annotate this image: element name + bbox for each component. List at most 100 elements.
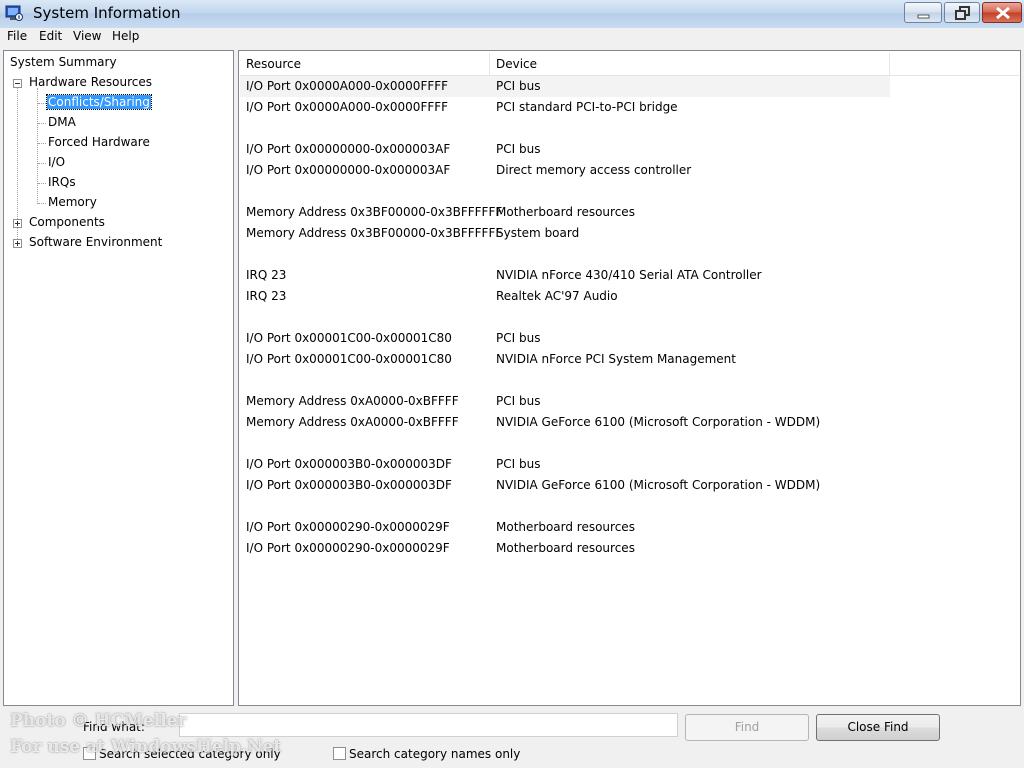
blank-row [240, 433, 890, 454]
table-row[interactable]: IRQ 23 NVIDIA nForce 430/410 Serial ATA C… [240, 265, 890, 286]
system-info-icon[interactable] [4, 3, 24, 23]
list-header: Resource Device [240, 53, 1019, 76]
resource-cell: I/O Port 0x0000A000-0x0000FFFF [246, 100, 449, 114]
tree-connector [37, 88, 38, 204]
title-bar[interactable]: System Information [0, 0, 1024, 29]
tree-item-io[interactable]: I/O [48, 155, 65, 169]
resource-cell: I/O Port 0x00000290-0x0000029F [246, 520, 450, 534]
resource-cell: IRQ 23 [246, 289, 287, 303]
table-row[interactable]: Memory Address 0xA0000-0xBFFFF NVIDIA GeF… [240, 412, 890, 433]
tree-connector [38, 163, 46, 164]
blank-row [240, 244, 890, 265]
resource-cell: I/O Port 0x00000000-0x000003AF [246, 163, 451, 177]
table-row[interactable]: I/O Port 0x00000290-0x0000029F Motherboar… [240, 517, 890, 538]
tree-item-components[interactable]: Components [29, 215, 105, 229]
tree-item-hardware-resources[interactable]: Hardware Resources [29, 75, 152, 89]
window-title: System Information [33, 4, 181, 22]
device-cell: PCI bus [496, 331, 541, 345]
resource-cell: I/O Port 0x00001C00-0x00001C80 [246, 331, 452, 345]
table-row[interactable]: I/O Port 0x00001C00-0x00001C80 NVIDIA nFo… [240, 349, 890, 370]
close-icon [996, 6, 1010, 20]
menu-view[interactable]: View [73, 29, 101, 43]
tree-item-system-summary[interactable]: System Summary [10, 55, 117, 69]
tree-item-software-environment[interactable]: Software Environment [29, 235, 162, 249]
table-row[interactable]: I/O Port 0x00001C00-0x00001C80 PCI bus [240, 328, 890, 349]
resource-cell: Memory Address 0xA0000-0xBFFFF [246, 415, 459, 429]
device-cell: PCI bus [496, 79, 541, 93]
expand-software-icon[interactable] [13, 239, 22, 248]
resource-cell: I/O Port 0x000003B0-0x000003DF [246, 457, 452, 471]
resource-cell: Memory Address 0xA0000-0xBFFFF [246, 394, 459, 408]
menu-bar: File Edit View Help [0, 28, 1024, 46]
find-bar: Find what: Find Close Find Search select… [0, 708, 1024, 768]
search-names-label: Search category names only [349, 747, 521, 761]
tree-connector [38, 203, 46, 204]
minimize-icon [917, 14, 930, 19]
column-header-device[interactable]: Device [490, 53, 890, 75]
resource-cell: I/O Port 0x00001C00-0x00001C80 [246, 352, 452, 366]
blank-row [240, 118, 890, 139]
column-header-resource[interactable]: Resource [240, 53, 490, 75]
find-label: Find what: [83, 720, 145, 734]
device-cell: Realtek AC'97 Audio [496, 289, 618, 303]
table-row[interactable]: IRQ 23 Realtek AC'97 Audio [240, 286, 890, 307]
table-row[interactable]: I/O Port 0x0000A000-0x0000FFFF PCI bus [240, 76, 890, 97]
table-row[interactable]: I/O Port 0x00000000-0x000003AF Direct mem… [240, 160, 890, 181]
table-row[interactable]: I/O Port 0x000003B0-0x000003DF NVIDIA GeF… [240, 475, 890, 496]
tree-item-irqs[interactable]: IRQs [48, 175, 76, 189]
blank-row [240, 496, 890, 517]
search-selected-checkbox[interactable] [83, 747, 96, 760]
device-cell: NVIDIA nForce 430/410 Serial ATA Control… [496, 268, 762, 282]
menu-help[interactable]: Help [112, 29, 139, 43]
device-cell: NVIDIA GeForce 6100 (Microsoft Corporati… [496, 478, 821, 492]
device-cell: Direct memory access controller [496, 163, 692, 177]
table-row[interactable]: Memory Address 0x3BF00000-0x3BFFFFFF Syst… [240, 223, 890, 244]
collapse-hardware-icon[interactable] [13, 79, 22, 88]
device-cell: Motherboard resources [496, 205, 635, 219]
blank-row [240, 181, 890, 202]
device-cell: PCI bus [496, 457, 541, 471]
restore-icon [955, 6, 970, 20]
minimize-button[interactable] [904, 2, 942, 23]
menu-edit[interactable]: Edit [39, 29, 62, 43]
resource-cell: I/O Port 0x00000000-0x000003AF [246, 142, 451, 156]
table-row[interactable]: I/O Port 0x00000290-0x0000029F Motherboar… [240, 538, 890, 559]
category-tree[interactable]: System Summary Hardware Resources Confli… [3, 50, 234, 706]
menu-file[interactable]: File [7, 29, 27, 43]
resource-cell: I/O Port 0x00000290-0x0000029F [246, 541, 450, 555]
resource-cell: Memory Address 0x3BF00000-0x3BFFFFFF [246, 226, 503, 240]
device-cell: Motherboard resources [496, 520, 635, 534]
resource-cell: I/O Port 0x0000A000-0x0000FFFF [246, 79, 449, 93]
tree-item-dma[interactable]: DMA [48, 115, 76, 129]
blank-row [240, 370, 890, 391]
search-names-checkbox[interactable] [333, 747, 346, 760]
table-row[interactable]: I/O Port 0x000003B0-0x000003DF PCI bus [240, 454, 890, 475]
tree-item-memory[interactable]: Memory [48, 195, 97, 209]
device-cell: NVIDIA GeForce 6100 (Microsoft Corporati… [496, 415, 821, 429]
resource-cell: I/O Port 0x000003B0-0x000003DF [246, 478, 452, 492]
table-row[interactable]: I/O Port 0x00000000-0x000003AF PCI bus [240, 139, 890, 160]
table-row[interactable]: I/O Port 0x0000A000-0x0000FFFF PCI standa… [240, 97, 890, 118]
search-selected-label: Search selected category only [99, 747, 281, 761]
tree-connector [38, 143, 46, 144]
resource-cell: IRQ 23 [246, 268, 287, 282]
device-cell: PCI bus [496, 394, 541, 408]
find-input[interactable] [179, 713, 678, 737]
restore-button[interactable] [944, 2, 980, 23]
close-button[interactable] [982, 2, 1022, 23]
device-cell: PCI standard PCI-to-PCI bridge [496, 100, 678, 114]
tree-connector [38, 123, 46, 124]
close-find-button[interactable]: Close Find [816, 714, 940, 741]
device-cell: System board [496, 226, 580, 240]
tree-item-forced-hardware[interactable]: Forced Hardware [48, 135, 150, 149]
device-cell: PCI bus [496, 142, 541, 156]
table-row[interactable]: Memory Address 0xA0000-0xBFFFF PCI bus [240, 391, 890, 412]
find-button[interactable]: Find [685, 714, 809, 741]
table-row[interactable]: Memory Address 0x3BF00000-0x3BFFFFFF Moth… [240, 202, 890, 223]
device-cell: Motherboard resources [496, 541, 635, 555]
blank-row [240, 307, 890, 328]
details-list[interactable]: Resource Device I/O Port 0x0000A000-0x00… [238, 50, 1021, 706]
tree-item-conflicts-sharing[interactable]: Conflicts/Sharing [46, 94, 152, 110]
tree-connector [38, 183, 46, 184]
expand-components-icon[interactable] [13, 219, 22, 228]
